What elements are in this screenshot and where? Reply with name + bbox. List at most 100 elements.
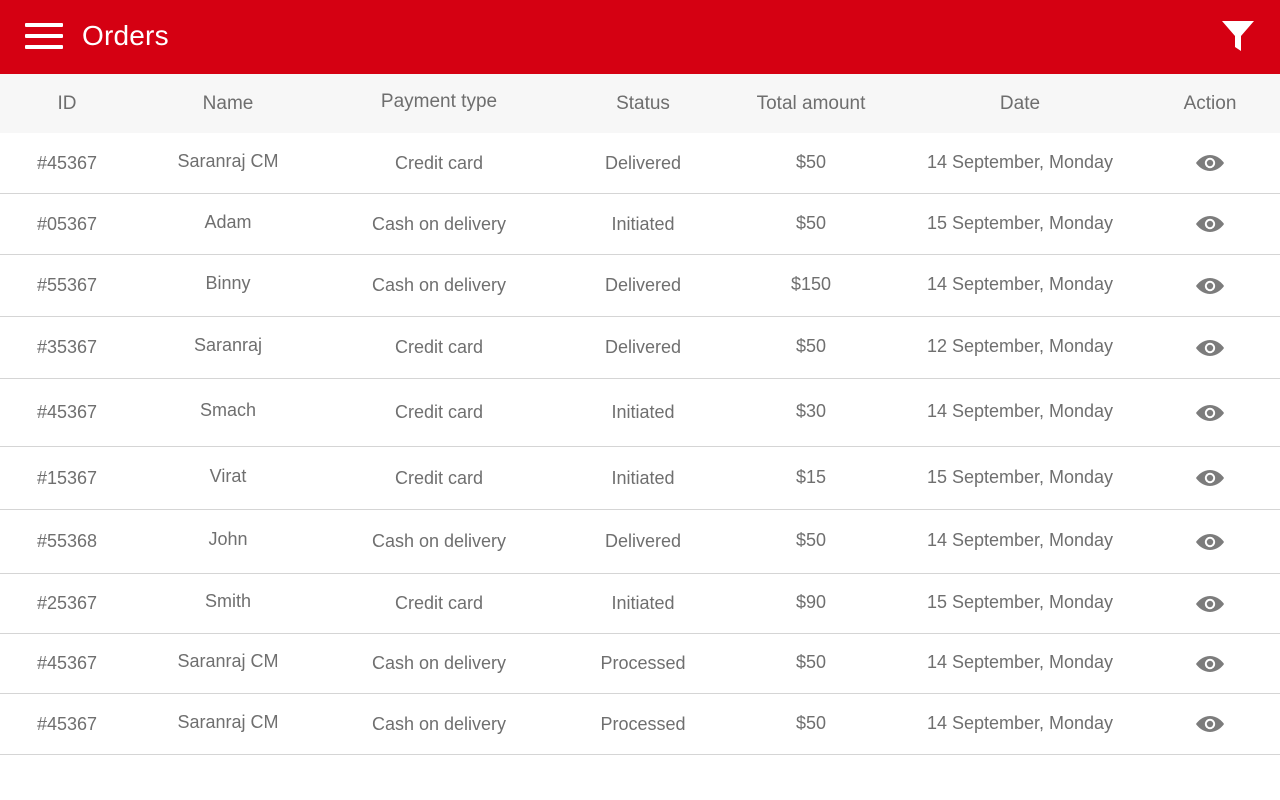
page-title: Orders: [82, 20, 169, 51]
cell-payment-type: Credit card: [394, 402, 484, 422]
cell-id: #15367: [36, 467, 98, 488]
cell-date: 15 September, Monday: [926, 592, 1114, 612]
cell-payment-type: Cash on delivery: [371, 653, 507, 673]
cell-date: 14 September, Monday: [926, 530, 1114, 550]
cell-action: [1160, 694, 1260, 754]
cell-action: [1160, 194, 1260, 254]
cell-status: Initiated: [611, 593, 675, 613]
cell-name: John: [208, 529, 248, 549]
cell-status: Initiated: [611, 467, 675, 488]
eye-icon[interactable]: [1195, 153, 1225, 173]
cell-id: #55367: [36, 275, 98, 295]
cell-name: Binny: [205, 273, 251, 293]
header-total-amount: Total amount: [756, 92, 866, 114]
cell-name: Smach: [199, 400, 257, 420]
eye-icon[interactable]: [1195, 532, 1225, 552]
table-row[interactable]: #45367 Saranraj CM Credit card Delivered $50…: [0, 133, 1280, 194]
cell-action: [1160, 317, 1260, 378]
cell-total-amount: $150: [790, 274, 832, 294]
cell-id: #45367: [36, 653, 98, 673]
cell-name: Saranraj CM: [177, 150, 279, 171]
eye-icon[interactable]: [1195, 338, 1225, 358]
cell-name: Smith: [204, 591, 251, 611]
cell-total-amount: $15: [795, 466, 827, 487]
cell-status: Delivered: [604, 275, 682, 295]
cell-status: Initiated: [611, 402, 675, 422]
cell-action: [1160, 255, 1260, 316]
table-row[interactable]: #05367 Adam Cash on delivery Initiated $50 15…: [0, 194, 1280, 255]
cell-action: [1160, 634, 1260, 693]
table-row[interactable]: #35367 Saranraj Credit card Delivered $50 12 …: [0, 317, 1280, 379]
cell-total-amount: $50: [795, 652, 827, 672]
cell-date: 15 September, Monday: [926, 466, 1114, 487]
cell-id: #05367: [36, 213, 98, 234]
cell-date: 14 September, Monday: [926, 712, 1114, 733]
eye-icon[interactable]: [1195, 714, 1225, 734]
cell-action: [1160, 510, 1260, 573]
cell-total-amount: $50: [795, 212, 827, 233]
cell-status: Delivered: [604, 152, 682, 173]
table-row[interactable]: #55367 Binny Cash on delivery Delivered $150…: [0, 255, 1280, 317]
cell-total-amount: $50: [795, 336, 827, 356]
header-id: ID: [57, 92, 77, 114]
cell-date: 14 September, Monday: [926, 401, 1114, 421]
header-name: Name: [202, 92, 254, 114]
cell-total-amount: $90: [795, 592, 827, 612]
cell-id: #55368: [36, 531, 98, 551]
eye-icon[interactable]: [1195, 654, 1225, 674]
eye-icon[interactable]: [1195, 214, 1225, 234]
cell-date: 14 September, Monday: [926, 151, 1114, 172]
orders-table-body: #45367 Saranraj CM Credit card Delivered $50…: [0, 133, 1280, 755]
cell-total-amount: $50: [795, 530, 827, 550]
cell-date: 14 September, Monday: [926, 652, 1114, 672]
cell-status: Processed: [600, 713, 686, 734]
cell-id: #45367: [36, 713, 98, 734]
cell-status: Initiated: [611, 213, 675, 234]
cell-id: #45367: [36, 152, 98, 173]
table-row[interactable]: #25367 Smith Credit card Initiated $90 15 Sep…: [0, 574, 1280, 634]
cell-date: 12 September, Monday: [926, 336, 1114, 356]
table-row[interactable]: #45367 Saranraj CM Cash on delivery Process…: [0, 694, 1280, 755]
cell-payment-type: Cash on delivery: [371, 531, 507, 551]
cell-action: [1160, 574, 1260, 633]
app-bar: Orders: [0, 0, 1280, 74]
cell-total-amount: $50: [795, 151, 827, 172]
header-action: Action: [1183, 92, 1237, 114]
cell-name: Adam: [204, 211, 252, 232]
table-row[interactable]: #45367 Saranraj CM Cash on delivery Process…: [0, 634, 1280, 694]
cell-status: Processed: [600, 653, 686, 673]
cell-payment-type: Cash on delivery: [371, 713, 507, 734]
eye-icon[interactable]: [1195, 468, 1225, 488]
cell-id: #25367: [36, 593, 98, 613]
cell-payment-type: Credit card: [394, 152, 484, 173]
table-row[interactable]: #55368 John Cash on delivery Delivered $50 14…: [0, 510, 1280, 574]
cell-date: 15 September, Monday: [926, 212, 1114, 233]
cell-payment-type: Cash on delivery: [371, 213, 507, 234]
cell-action: [1160, 379, 1260, 446]
cell-name: Saranraj CM: [177, 711, 279, 732]
cell-total-amount: $30: [795, 401, 827, 421]
cell-name: Saranraj CM: [177, 651, 279, 671]
table-header: ID Name Payment type Status Total amount…: [0, 74, 1280, 133]
cell-id: #45367: [36, 402, 98, 422]
eye-icon[interactable]: [1195, 276, 1225, 296]
menu-icon[interactable]: [25, 22, 63, 50]
cell-name: Saranraj: [193, 335, 263, 355]
cell-status: Delivered: [604, 337, 682, 357]
table-row[interactable]: #15367 Virat Credit card Initiated $15 15 Sep…: [0, 447, 1280, 510]
cell-total-amount: $50: [795, 712, 827, 733]
eye-icon[interactable]: [1195, 403, 1225, 423]
eye-icon[interactable]: [1195, 594, 1225, 614]
cell-payment-type: Credit card: [394, 337, 484, 357]
table-row[interactable]: #45367 Smach Credit card Initiated $30 14 Sep…: [0, 379, 1280, 447]
cell-name: Virat: [209, 465, 247, 486]
cell-action: [1160, 133, 1260, 193]
cell-action: [1160, 447, 1260, 509]
cell-status: Delivered: [604, 531, 682, 551]
header-payment-type: Payment type: [380, 90, 498, 112]
cell-id: #35367: [36, 337, 98, 357]
header-date: Date: [999, 92, 1041, 114]
cell-payment-type: Cash on delivery: [371, 275, 507, 295]
filter-icon[interactable]: [1220, 18, 1256, 54]
cell-payment-type: Credit card: [394, 467, 484, 488]
